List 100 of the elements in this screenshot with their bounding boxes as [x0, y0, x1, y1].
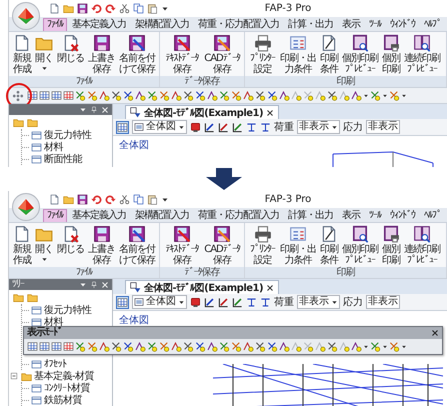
node-tool-icon[interactable] [219, 341, 230, 352]
tree-item[interactable]: 復元力特性 [22, 304, 112, 316]
new-file-icon[interactable] [49, 3, 60, 14]
ribbon-button[interactable]: 個別印刷ﾌﾟﾚﾋﾞｭｰ [340, 225, 380, 266]
grid-icon[interactable] [51, 341, 62, 352]
node-tool-icon[interactable] [87, 90, 98, 101]
ribbon-button[interactable]: ﾌﾟﾘﾝﾀｰ設定 [247, 34, 278, 75]
undo-icon[interactable] [91, 3, 102, 14]
node-tool-icon[interactable] [123, 341, 134, 352]
ribbon-button[interactable]: 印刷条件 [318, 225, 340, 266]
close-icon[interactable] [266, 108, 274, 116]
paste-icon[interactable] [147, 3, 158, 14]
redo-icon[interactable] [105, 194, 116, 205]
node-tool-icon[interactable] [327, 90, 338, 101]
stress-select[interactable]: 非表示 [366, 295, 400, 309]
ribbon-tab[interactable]: 架構配置入力 [131, 18, 193, 31]
axes-icon[interactable] [204, 122, 215, 132]
caret-icon[interactable] [401, 344, 407, 350]
node-tool-icon[interactable] [389, 341, 400, 352]
caret-icon[interactable] [161, 4, 169, 12]
node-tool-icon[interactable] [195, 90, 206, 101]
ribbon-button[interactable]: 新規作成 [11, 225, 33, 266]
ribbon-tab[interactable]: 計算・出力 [284, 209, 337, 222]
caret-icon[interactable] [363, 92, 369, 98]
node-tool-icon[interactable] [135, 341, 146, 352]
ribbon-tab[interactable]: 荷重・応力配置入力 [194, 209, 283, 222]
copy-icon[interactable] [133, 194, 144, 205]
node-tool-icon[interactable] [255, 341, 266, 352]
grid-icon[interactable] [39, 90, 50, 101]
ribbon-tab[interactable]: 表示 [338, 18, 364, 31]
node-tool-icon[interactable] [135, 90, 146, 101]
document-tab[interactable]: 全体図-ﾓﾃﾞﾙ図(Example1) [125, 105, 280, 119]
move-handle-icon[interactable] [12, 90, 24, 102]
node-tool-icon[interactable] [243, 341, 254, 352]
node-tool-icon[interactable] [123, 90, 134, 101]
node-tool-icon[interactable] [159, 90, 170, 101]
ribbon-tab[interactable]: ｳｨﾝﾄﾞｳ [386, 209, 419, 222]
node-tool-icon[interactable] [267, 90, 278, 101]
tree-item[interactable]: 断面性能 [22, 153, 112, 165]
ribbon-button[interactable]: CADﾃﾞｰﾀ保存 [202, 225, 242, 266]
node-tool-icon[interactable] [183, 90, 194, 101]
node-tool-icon[interactable] [315, 90, 326, 101]
close-icon[interactable] [431, 329, 439, 337]
ribbon-tab[interactable]: ﾌｧｲﾙ [43, 209, 67, 222]
node-tool-icon[interactable] [183, 341, 194, 352]
grid-icon[interactable] [63, 341, 74, 352]
caret-icon[interactable] [363, 344, 369, 350]
ribbon-button[interactable]: 個別印刷 [380, 34, 402, 75]
node-tool-icon[interactable] [351, 90, 362, 101]
node-tool-icon[interactable] [207, 341, 218, 352]
view-select[interactable]: 全体図 [132, 120, 187, 134]
node-tool-icon[interactable] [279, 341, 290, 352]
ribbon-button[interactable]: 上書き保存 [86, 34, 117, 75]
node-tool-icon[interactable] [219, 90, 230, 101]
ribbon-button[interactable]: 印刷・出力条件 [278, 225, 318, 266]
scale-icon[interactable] [260, 122, 271, 132]
grid-icon[interactable] [63, 90, 74, 101]
monitor-icon[interactable] [190, 122, 201, 132]
node-tool-icon[interactable] [159, 341, 170, 352]
ribbon-button[interactable]: 印刷・出力条件 [278, 34, 318, 75]
app-menu-button[interactable] [12, 193, 40, 221]
grid-icon[interactable] [51, 90, 62, 101]
close-icon[interactable] [266, 284, 274, 292]
node-tool-icon[interactable] [339, 90, 350, 101]
grid-icon[interactable] [39, 341, 50, 352]
redo-icon[interactable] [105, 3, 116, 14]
tree-item[interactable]: ｺﾝｸﾘｰﾄ材質 [22, 382, 112, 394]
app-menu-button[interactable] [12, 2, 40, 30]
ribbon-button[interactable]: ﾃｷｽﾄﾃﾞｰﾀ保存 [162, 34, 202, 75]
tree-item[interactable]: 材料 [22, 141, 112, 153]
scale-icon[interactable] [246, 296, 257, 308]
load-select[interactable]: 非表示 [297, 120, 340, 134]
ribbon-tab[interactable]: ﾂｰﾙ [365, 18, 385, 31]
caret-icon[interactable] [161, 196, 169, 204]
ribbon-tab[interactable]: ﾍﾙﾌﾟ [420, 209, 445, 222]
ribbon-tab[interactable]: ﾂｰﾙ [365, 209, 385, 222]
stress-select[interactable]: 非表示 [366, 120, 400, 134]
tree-item[interactable]: 材料 [22, 316, 112, 328]
document-tab[interactable]: 全体図-ﾓﾃﾞﾙ図(Example1) [125, 280, 280, 294]
node-tool-icon[interactable] [351, 341, 362, 352]
node-tool-icon[interactable] [111, 341, 122, 352]
undo-icon[interactable] [91, 194, 102, 205]
node-tool-icon[interactable] [389, 90, 400, 101]
ribbon-button[interactable]: 上書き保存 [86, 225, 117, 266]
ribbon-button[interactable]: 連続印刷ﾌﾟﾚﾋﾞｭｰ [402, 225, 442, 266]
axes-icon[interactable] [204, 296, 215, 308]
ribbon-button[interactable]: 開く [33, 34, 55, 72]
node-tool-icon[interactable] [99, 90, 110, 101]
axes-icon[interactable] [218, 122, 229, 132]
node-tool-icon[interactable] [75, 341, 86, 352]
node-tool-icon[interactable] [370, 90, 381, 101]
ribbon-tab[interactable]: 荷重・応力配置入力 [194, 18, 283, 31]
tree-item[interactable]: ｵﾌｾｯﾄ [22, 358, 112, 370]
ribbon-button[interactable]: ﾃｷｽﾄﾃﾞｰﾀ保存 [162, 225, 202, 266]
caret-icon[interactable] [401, 92, 407, 98]
node-tool-icon[interactable] [147, 341, 158, 352]
load-select[interactable]: 非表示 [297, 295, 340, 309]
ribbon-button[interactable]: 名前を付けて保存 [117, 225, 157, 266]
monitor-icon[interactable] [190, 296, 201, 308]
node-tool-icon[interactable] [279, 90, 290, 101]
